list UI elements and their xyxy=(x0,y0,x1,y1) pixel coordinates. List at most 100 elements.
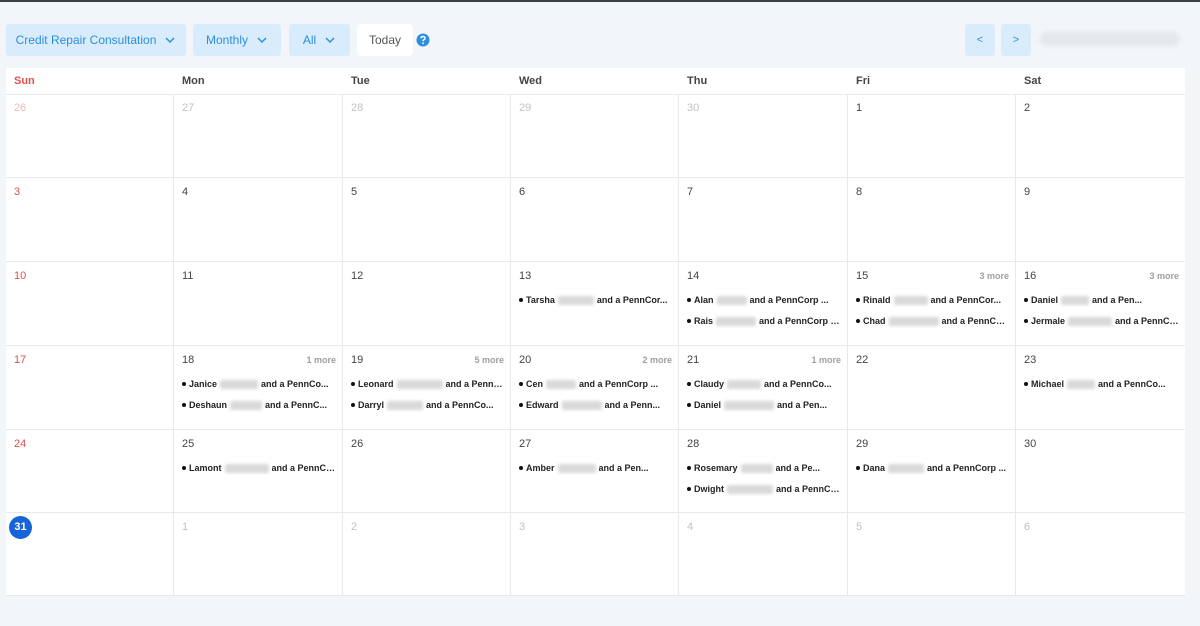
calendar-event[interactable]: Daniel and a Pen... xyxy=(1024,293,1179,307)
filter-dropdown[interactable]: All xyxy=(289,24,350,56)
redacted-surname xyxy=(396,379,443,389)
day-cell[interactable]: 6 xyxy=(1016,513,1185,596)
calendar-event[interactable]: Deshaun and a PennC... xyxy=(182,398,336,412)
calendar-event[interactable]: Rosemary and a Pe... xyxy=(687,461,841,475)
more-events-link[interactable]: 5 more xyxy=(474,355,504,365)
day-cell[interactable]: 19 5 more Leonard and a PennCo... Darryl and … xyxy=(343,346,511,430)
event-client-name: Cen xyxy=(526,379,544,389)
day-number: 28 xyxy=(687,438,700,450)
calendar-event[interactable]: Chad and a PennCorp ... xyxy=(856,314,1009,328)
day-cell[interactable]: 3 xyxy=(6,178,174,262)
calendar-event[interactable]: Dana and a PennCorp ... xyxy=(856,461,1009,475)
day-number: 24 xyxy=(14,438,27,450)
day-cell[interactable]: 21 1 more Claudy and a PennCo... Daniel and a… xyxy=(679,346,848,430)
day-cell[interactable]: 31 xyxy=(6,513,174,596)
day-cell[interactable]: 11 xyxy=(174,262,343,346)
calendar-event[interactable]: Daniel and a Pen... xyxy=(687,398,841,412)
blurred-month-label xyxy=(1040,32,1180,46)
day-cell[interactable]: 29 Dana and a PennCorp ... xyxy=(848,430,1016,513)
day-cell[interactable]: 22 xyxy=(848,346,1016,430)
day-cell[interactable]: 7 xyxy=(679,178,848,262)
day-cell[interactable]: 30 xyxy=(1016,430,1185,513)
day-cell[interactable]: 15 3 more Rinald and a PennCor... Chad and a … xyxy=(848,262,1016,346)
event-description: and a PennCorp ... xyxy=(776,484,841,494)
calendar-event[interactable]: Alan and a PennCorp ... xyxy=(687,293,841,307)
day-cell[interactable]: 5 xyxy=(848,513,1016,596)
day-cell[interactable]: 23 Michael and a PennCo... xyxy=(1016,346,1185,430)
event-dot-icon xyxy=(519,382,523,386)
day-number: 11 xyxy=(182,270,194,282)
day-cell[interactable]: 28 Rosemary and a Pe... Dwight and a PennCor… xyxy=(679,430,848,513)
day-cell[interactable]: 27 Amber and a Pen... xyxy=(511,430,679,513)
more-events-link[interactable]: 2 more xyxy=(642,355,672,365)
redacted-surname xyxy=(224,463,269,473)
next-month-button[interactable]: > xyxy=(1001,24,1031,56)
day-cell[interactable]: 5 xyxy=(343,178,511,262)
calendar-event[interactable]: Leonard and a PennCo... xyxy=(351,377,504,391)
calendar-event[interactable]: Claudy and a PennCo... xyxy=(687,377,841,391)
view-dropdown[interactable]: Monthly xyxy=(193,24,281,56)
event-dot-icon xyxy=(687,298,691,302)
calendar-event[interactable]: Lamont and a PennCo... xyxy=(182,461,336,475)
day-cell[interactable]: 8 xyxy=(848,178,1016,262)
event-dot-icon xyxy=(856,298,860,302)
day-cell[interactable]: 9 xyxy=(1016,178,1185,262)
day-cell[interactable]: 12 xyxy=(343,262,511,346)
day-cell[interactable]: 4 xyxy=(679,513,848,596)
calendar-event[interactable]: Janice and a PennCo... xyxy=(182,377,336,391)
day-cell[interactable]: 28 xyxy=(343,94,511,178)
day-cell[interactable]: 18 1 more Janice and a PennCo... Deshaun and … xyxy=(174,346,343,430)
day-number: 12 xyxy=(351,270,364,282)
today-button[interactable]: Today xyxy=(357,24,413,56)
event-dot-icon xyxy=(687,487,691,491)
day-cell[interactable]: 29 xyxy=(511,94,679,178)
chevron-down-icon xyxy=(165,37,175,44)
calendar-event[interactable]: Amber and a Pen... xyxy=(519,461,672,475)
day-number: 30 xyxy=(687,102,700,114)
calendar-event[interactable]: Cen and a PennCorp ... xyxy=(519,377,672,391)
top-border xyxy=(0,0,1200,2)
day-cell[interactable]: 10 xyxy=(6,262,174,346)
event-dot-icon xyxy=(182,382,186,386)
prev-month-button[interactable]: < xyxy=(965,24,995,56)
calendar-event[interactable]: Dwight and a PennCorp ... xyxy=(687,482,841,496)
day-number: 4 xyxy=(182,186,189,198)
day-cell[interactable]: 3 xyxy=(511,513,679,596)
day-cell[interactable]: 2 xyxy=(343,513,511,596)
day-cell[interactable]: 27 xyxy=(174,94,343,178)
calendar-event[interactable]: Rinald and a PennCor... xyxy=(856,293,1009,307)
day-cell[interactable]: 24 xyxy=(6,430,174,513)
calendar-event[interactable]: Darryl and a PennCo... xyxy=(351,398,504,412)
day-cell[interactable]: 25 Lamont and a PennCo... xyxy=(174,430,343,513)
more-events-link[interactable]: 3 more xyxy=(1149,271,1179,281)
redacted-surname xyxy=(716,295,747,305)
day-cell[interactable]: 2 xyxy=(1016,94,1185,178)
day-cell[interactable]: 13 Tarsha and a PennCor... xyxy=(511,262,679,346)
day-number: 6 xyxy=(519,186,526,198)
help-icon[interactable] xyxy=(416,33,430,47)
calendar-event[interactable]: Michael and a PennCo... xyxy=(1024,377,1179,391)
day-cell[interactable]: 6 xyxy=(511,178,679,262)
day-cell[interactable]: 17 xyxy=(6,346,174,430)
day-cell[interactable]: 4 xyxy=(174,178,343,262)
weekday-sat: Sat xyxy=(1024,75,1042,87)
more-events-link[interactable]: 3 more xyxy=(979,271,1009,281)
day-cell[interactable]: 16 3 more Daniel and a Pen... Jermale and a P… xyxy=(1016,262,1185,346)
event-client-name: Deshaun xyxy=(189,400,228,410)
service-dropdown[interactable]: Credit Repair Consultation xyxy=(6,24,186,56)
day-cell[interactable]: 20 2 more Cen and a PennCorp ... Edward and a… xyxy=(511,346,679,430)
day-cell[interactable]: 14 Alan and a PennCorp ... Rais and a PennCo… xyxy=(679,262,848,346)
day-cell[interactable]: 1 xyxy=(174,513,343,596)
day-cell[interactable]: 1 xyxy=(848,94,1016,178)
more-events-link[interactable]: 1 more xyxy=(306,355,336,365)
more-events-link[interactable]: 1 more xyxy=(811,355,841,365)
day-cell[interactable]: 26 xyxy=(6,94,174,178)
event-client-name: Amber xyxy=(526,463,555,473)
calendar-event[interactable]: Edward and a Penn... xyxy=(519,398,672,412)
day-cell[interactable]: 30 xyxy=(679,94,848,178)
day-cell[interactable]: 26 xyxy=(343,430,511,513)
event-description: and a PennCorp ... xyxy=(749,295,829,305)
calendar-event[interactable]: Jermale and a PennCo... xyxy=(1024,314,1179,328)
calendar-event[interactable]: Rais and a PennCorp Co... xyxy=(687,314,841,328)
calendar-event[interactable]: Tarsha and a PennCor... xyxy=(519,293,672,307)
